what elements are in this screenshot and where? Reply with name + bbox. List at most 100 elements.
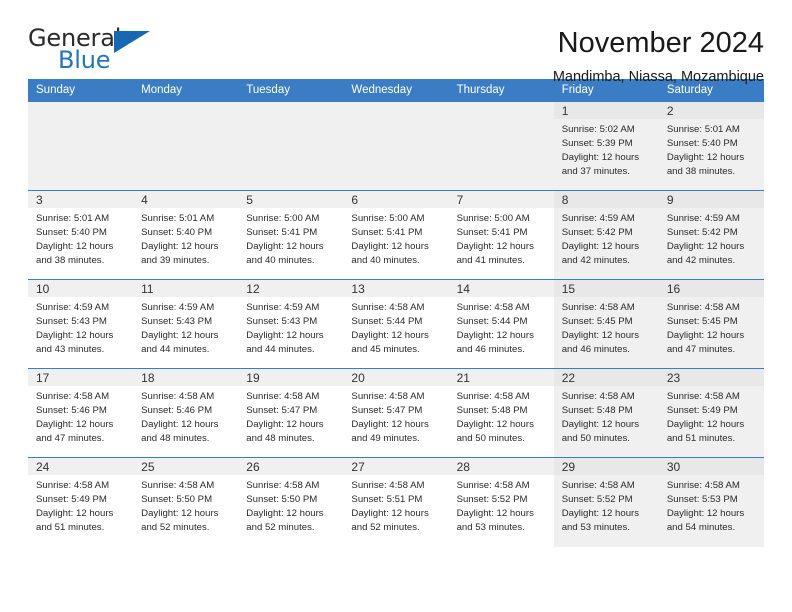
day-number: 29: [553, 458, 659, 475]
day-cell[interactable]: 2 Sunrise: 5:01 AM Sunset: 5:40 PM Daylight…: [658, 102, 764, 190]
day-details: Sunrise: 4:58 AM Sunset: 5:52 PM Daylight:…: [554, 475, 659, 535]
daylight-duration-line2: and 47 minutes.: [666, 344, 736, 356]
sunset-time: Sunset: 5:50 PM: [246, 494, 318, 506]
daylight-duration-line2: and 46 minutes.: [456, 344, 525, 356]
day-cell[interactable]: 23 Sunrise: 4:58 AM Sunset: 5:49 PM Dayligh…: [658, 369, 764, 457]
day-cell[interactable]: 18 Sunrise: 4:58 AM Sunset: 5:46 PM Dayligh…: [133, 369, 239, 457]
day-cell[interactable]: 30 Sunrise: 4:58 AM Sunset: 5:53 PM Dayligh…: [658, 458, 764, 547]
day-cell[interactable]: 13 Sunrise: 4:58 AM Sunset: 5:44 PM Dayligh…: [343, 280, 449, 368]
calendar-cell: [343, 101, 449, 191]
day-cell[interactable]: 25 Sunrise: 4:58 AM Sunset: 5:50 PM Dayligh…: [133, 458, 239, 547]
sunset-time: Sunset: 5:44 PM: [456, 316, 528, 328]
day-cell[interactable]: 15 Sunrise: 4:58 AM Sunset: 5:45 PM Dayligh…: [553, 280, 659, 368]
day-cell[interactable]: 29 Sunrise: 4:58 AM Sunset: 5:52 PM Dayligh…: [553, 458, 659, 547]
sunrise-time: Sunrise: 4:58 AM: [351, 391, 425, 402]
day-cell[interactable]: 9 Sunrise: 4:59 AM Sunset: 5:42 PM Daylight…: [658, 191, 764, 279]
sunset-time: Sunset: 5:43 PM: [246, 316, 318, 328]
day-cell[interactable]: 24 Sunrise: 4:58 AM Sunset: 5:49 PM Dayligh…: [28, 458, 134, 547]
daylight-duration-line1: Daylight: 12 hours: [36, 508, 114, 520]
day-cell[interactable]: 10 Sunrise: 4:59 AM Sunset: 5:43 PM Dayligh…: [28, 280, 134, 368]
weekday-header-sunday: Sunday: [28, 79, 134, 102]
triangle-icon: [114, 31, 150, 53]
daylight-duration-line1: Daylight: 12 hours: [246, 330, 324, 342]
day-cell[interactable]: 6 Sunrise: 5:00 AM Sunset: 5:41 PM Daylight…: [343, 191, 449, 279]
sunset-time: Sunset: 5:49 PM: [666, 405, 738, 417]
sunrise-time: Sunrise: 5:00 AM: [351, 213, 425, 224]
day-cell[interactable]: 22 Sunrise: 4:58 AM Sunset: 5:48 PM Dayligh…: [553, 369, 659, 457]
calendar-cell: 21 Sunrise: 4:58 AM Sunset: 5:48 PM Dayligh…: [448, 368, 554, 458]
calendar-cell: 23 Sunrise: 4:58 AM Sunset: 5:49 PM Dayligh…: [658, 368, 764, 458]
day-details: Sunrise: 5:01 AM Sunset: 5:40 PM Daylight:…: [659, 119, 764, 179]
day-details: Sunrise: 4:59 AM Sunset: 5:43 PM Daylight:…: [133, 297, 238, 357]
daylight-duration-line2: and 53 minutes.: [561, 522, 630, 534]
day-number: 6: [343, 191, 449, 208]
logo-text-blue: Blue: [58, 46, 111, 74]
day-cell[interactable]: 19 Sunrise: 4:58 AM Sunset: 5:47 PM Dayligh…: [238, 369, 344, 457]
calendar-cell: [448, 101, 554, 191]
day-number: 12: [238, 280, 344, 297]
day-cell[interactable]: 20 Sunrise: 4:58 AM Sunset: 5:47 PM Dayligh…: [343, 369, 449, 457]
day-cell[interactable]: 4 Sunrise: 5:01 AM Sunset: 5:40 PM Daylight…: [133, 191, 239, 279]
sunrise-time: Sunrise: 5:02 AM: [561, 124, 635, 135]
calendar-cell: 6 Sunrise: 5:00 AM Sunset: 5:41 PM Daylight…: [343, 190, 449, 280]
day-cell[interactable]: 17 Sunrise: 4:58 AM Sunset: 5:46 PM Dayligh…: [28, 369, 134, 457]
calendar-cell: 10 Sunrise: 4:59 AM Sunset: 5:43 PM Dayligh…: [28, 279, 134, 369]
day-number: [133, 102, 239, 119]
day-details: Sunrise: 4:59 AM Sunset: 5:43 PM Daylight:…: [238, 297, 343, 357]
sunrise-time: Sunrise: 4:58 AM: [351, 480, 425, 491]
page-title: November 2024: [557, 27, 764, 59]
day-details: Sunrise: 5:01 AM Sunset: 5:40 PM Daylight:…: [28, 208, 133, 268]
daylight-duration-line2: and 44 minutes.: [141, 344, 210, 356]
day-cell[interactable]: 5 Sunrise: 5:00 AM Sunset: 5:41 PM Daylight…: [238, 191, 344, 279]
day-number: 30: [658, 458, 764, 475]
day-cell[interactable]: 14 Sunrise: 4:58 AM Sunset: 5:44 PM Dayligh…: [448, 280, 554, 368]
daylight-duration-line1: Daylight: 12 hours: [351, 241, 429, 253]
daylight-duration-line1: Daylight: 12 hours: [666, 152, 745, 164]
day-cell[interactable]: 26 Sunrise: 4:58 AM Sunset: 5:50 PM Dayligh…: [238, 458, 344, 547]
sunrise-time: Sunrise: 4:58 AM: [666, 302, 740, 313]
sunset-time: Sunset: 5:40 PM: [666, 138, 738, 150]
calendar-body: 1 Sunrise: 5:02 AM Sunset: 5:39 PM Daylight…: [28, 101, 764, 547]
daylight-duration-line1: Daylight: 12 hours: [561, 241, 640, 253]
calendar-cell: [238, 101, 344, 191]
sunrise-time: Sunrise: 4:58 AM: [456, 391, 530, 402]
sunset-time: Sunset: 5:46 PM: [141, 405, 213, 417]
day-cell[interactable]: 3 Sunrise: 5:01 AM Sunset: 5:40 PM Daylight…: [28, 191, 134, 279]
general-blue-logo[interactable]: General Blue: [28, 26, 150, 78]
day-details: Sunrise: 4:58 AM Sunset: 5:46 PM Daylight:…: [133, 386, 238, 446]
day-cell[interactable]: 27 Sunrise: 4:58 AM Sunset: 5:51 PM Dayligh…: [343, 458, 449, 547]
calendar-cell: 28 Sunrise: 4:58 AM Sunset: 5:52 PM Dayligh…: [448, 457, 554, 547]
sunset-time: Sunset: 5:42 PM: [561, 227, 633, 239]
calendar-cell: 26 Sunrise: 4:58 AM Sunset: 5:50 PM Dayligh…: [238, 457, 344, 547]
day-cell-empty: [133, 102, 239, 190]
sunset-time: Sunset: 5:41 PM: [456, 227, 528, 239]
daylight-duration-line2: and 54 minutes.: [666, 522, 736, 534]
daylight-duration-line1: Daylight: 12 hours: [666, 241, 745, 253]
day-cell[interactable]: 12 Sunrise: 4:59 AM Sunset: 5:43 PM Dayligh…: [238, 280, 344, 368]
sunset-time: Sunset: 5:48 PM: [561, 405, 633, 417]
day-number: 25: [133, 458, 239, 475]
sunset-time: Sunset: 5:41 PM: [351, 227, 423, 239]
day-cell[interactable]: 28 Sunrise: 4:58 AM Sunset: 5:52 PM Dayligh…: [448, 458, 554, 547]
day-cell[interactable]: 11 Sunrise: 4:59 AM Sunset: 5:43 PM Dayligh…: [133, 280, 239, 368]
day-cell[interactable]: 21 Sunrise: 4:58 AM Sunset: 5:48 PM Dayligh…: [448, 369, 554, 457]
sunrise-time: Sunrise: 4:58 AM: [561, 302, 635, 313]
page-header: General Blue November 2024 Mandimba, Nia…: [28, 0, 764, 85]
daylight-duration-line1: Daylight: 12 hours: [561, 419, 640, 431]
day-details: Sunrise: 4:58 AM Sunset: 5:48 PM Daylight:…: [554, 386, 659, 446]
daylight-duration-line2: and 52 minutes.: [246, 522, 315, 534]
calendar-cell: 3 Sunrise: 5:01 AM Sunset: 5:40 PM Daylight…: [28, 190, 134, 280]
day-cell[interactable]: 8 Sunrise: 4:59 AM Sunset: 5:42 PM Daylight…: [553, 191, 659, 279]
day-number: 18: [133, 369, 239, 386]
sunrise-time: Sunrise: 4:58 AM: [351, 302, 425, 313]
weekday-header-monday: Monday: [133, 79, 239, 102]
daylight-duration-line1: Daylight: 12 hours: [246, 508, 324, 520]
day-cell[interactable]: 1 Sunrise: 5:02 AM Sunset: 5:39 PM Daylight…: [553, 102, 659, 190]
calendar-cell: 30 Sunrise: 4:58 AM Sunset: 5:53 PM Dayligh…: [658, 457, 764, 547]
day-cell-empty: [343, 102, 449, 190]
day-details: Sunrise: 4:58 AM Sunset: 5:44 PM Daylight:…: [343, 297, 448, 357]
calendar-cell: 2 Sunrise: 5:01 AM Sunset: 5:40 PM Daylight…: [658, 101, 764, 191]
day-cell[interactable]: 7 Sunrise: 5:00 AM Sunset: 5:41 PM Daylight…: [448, 191, 554, 279]
day-number: [238, 102, 344, 119]
day-cell[interactable]: 16 Sunrise: 4:58 AM Sunset: 5:45 PM Dayligh…: [658, 280, 764, 368]
